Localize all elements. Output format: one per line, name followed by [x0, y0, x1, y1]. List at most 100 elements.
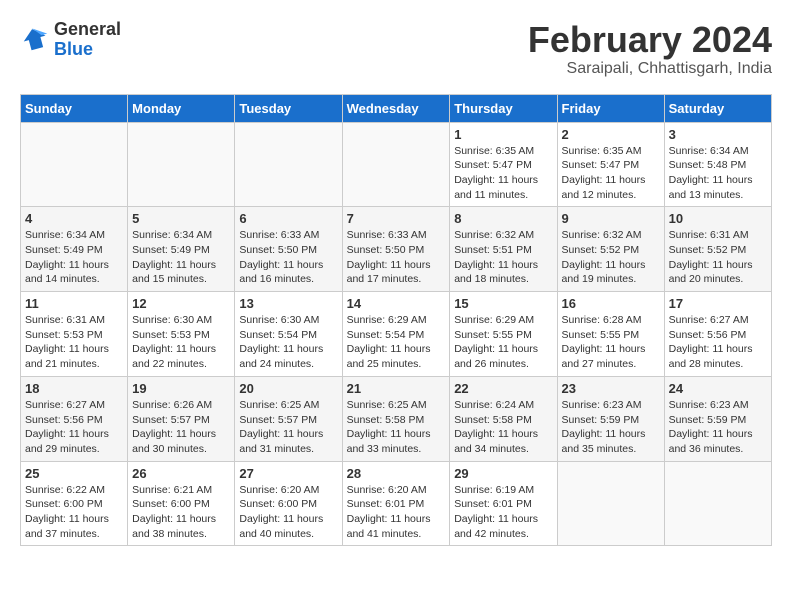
day-info: Sunrise: 6:21 AM Sunset: 6:00 PM Dayligh…	[132, 483, 230, 542]
calendar-cell: 12 Sunrise: 6:30 AM Sunset: 5:53 PM Dayli…	[128, 292, 235, 377]
title-section: February 2024 Saraipali, Chhattisgarh, I…	[528, 20, 772, 78]
month-year-title: February 2024	[528, 20, 772, 60]
day-info: Sunrise: 6:29 AM Sunset: 5:55 PM Dayligh…	[454, 313, 552, 372]
day-number: 13	[239, 296, 337, 311]
day-number: 23	[562, 381, 660, 396]
day-number: 2	[562, 127, 660, 142]
calendar-cell: 25 Sunrise: 6:22 AM Sunset: 6:00 PM Dayli…	[21, 461, 128, 546]
day-number: 22	[454, 381, 552, 396]
calendar-cell: 22 Sunrise: 6:24 AM Sunset: 5:58 PM Dayli…	[450, 376, 557, 461]
day-number: 8	[454, 211, 552, 226]
calendar-cell: 26 Sunrise: 6:21 AM Sunset: 6:00 PM Dayli…	[128, 461, 235, 546]
day-number: 14	[347, 296, 446, 311]
weekday-header-friday: Friday	[557, 94, 664, 122]
calendar-cell: 28 Sunrise: 6:20 AM Sunset: 6:01 PM Dayli…	[342, 461, 450, 546]
day-info: Sunrise: 6:31 AM Sunset: 5:52 PM Dayligh…	[669, 228, 767, 287]
calendar-cell: 11 Sunrise: 6:31 AM Sunset: 5:53 PM Dayli…	[21, 292, 128, 377]
calendar-cell	[557, 461, 664, 546]
day-info: Sunrise: 6:22 AM Sunset: 6:00 PM Dayligh…	[25, 483, 123, 542]
day-info: Sunrise: 6:25 AM Sunset: 5:58 PM Dayligh…	[347, 398, 446, 457]
calendar-cell	[128, 122, 235, 207]
calendar-cell: 9 Sunrise: 6:32 AM Sunset: 5:52 PM Daylig…	[557, 207, 664, 292]
weekday-header-thursday: Thursday	[450, 94, 557, 122]
day-info: Sunrise: 6:30 AM Sunset: 5:53 PM Dayligh…	[132, 313, 230, 372]
calendar-week-row: 4Sunrise: 6:34 AM Sunset: 5:49 PM Daylig…	[21, 207, 772, 292]
page-header: General Blue February 2024 Saraipali, Ch…	[20, 20, 772, 78]
calendar-cell: 23 Sunrise: 6:23 AM Sunset: 5:59 PM Dayli…	[557, 376, 664, 461]
day-info: Sunrise: 6:34 AM Sunset: 5:48 PM Dayligh…	[669, 144, 767, 203]
day-number: 6	[239, 211, 337, 226]
day-info: Sunrise: 6:33 AM Sunset: 5:50 PM Dayligh…	[347, 228, 446, 287]
day-number: 28	[347, 466, 446, 481]
day-info: Sunrise: 6:24 AM Sunset: 5:58 PM Dayligh…	[454, 398, 552, 457]
day-number: 17	[669, 296, 767, 311]
day-number: 9	[562, 211, 660, 226]
day-info: Sunrise: 6:35 AM Sunset: 5:47 PM Dayligh…	[454, 144, 552, 203]
day-number: 11	[25, 296, 123, 311]
location-subtitle: Saraipali, Chhattisgarh, India	[528, 60, 772, 78]
calendar-cell: 24 Sunrise: 6:23 AM Sunset: 5:59 PM Dayli…	[664, 376, 771, 461]
calendar-cell: 4Sunrise: 6:34 AM Sunset: 5:49 PM Daylig…	[21, 207, 128, 292]
day-info: Sunrise: 6:32 AM Sunset: 5:52 PM Dayligh…	[562, 228, 660, 287]
calendar-week-row: 18Sunrise: 6:27 AM Sunset: 5:56 PM Dayli…	[21, 376, 772, 461]
calendar-table: SundayMondayTuesdayWednesdayThursdayFrid…	[20, 94, 772, 547]
calendar-cell: 15Sunrise: 6:29 AM Sunset: 5:55 PM Dayli…	[450, 292, 557, 377]
day-number: 29	[454, 466, 552, 481]
day-info: Sunrise: 6:20 AM Sunset: 6:01 PM Dayligh…	[347, 483, 446, 542]
day-number: 21	[347, 381, 446, 396]
day-number: 25	[25, 466, 123, 481]
day-info: Sunrise: 6:23 AM Sunset: 5:59 PM Dayligh…	[562, 398, 660, 457]
calendar-cell: 19 Sunrise: 6:26 AM Sunset: 5:57 PM Dayli…	[128, 376, 235, 461]
day-number: 5	[132, 211, 230, 226]
calendar-cell: 29 Sunrise: 6:19 AM Sunset: 6:01 PM Dayli…	[450, 461, 557, 546]
calendar-cell: 6 Sunrise: 6:33 AM Sunset: 5:50 PM Daylig…	[235, 207, 342, 292]
day-info: Sunrise: 6:28 AM Sunset: 5:55 PM Dayligh…	[562, 313, 660, 372]
weekday-header-saturday: Saturday	[664, 94, 771, 122]
day-number: 27	[239, 466, 337, 481]
calendar-cell: 1 Sunrise: 6:35 AM Sunset: 5:47 PM Daylig…	[450, 122, 557, 207]
logo: General Blue	[20, 20, 121, 60]
logo-text: General Blue	[54, 20, 121, 60]
calendar-cell: 17 Sunrise: 6:27 AM Sunset: 5:56 PM Dayli…	[664, 292, 771, 377]
day-number: 16	[562, 296, 660, 311]
calendar-week-row: 1 Sunrise: 6:35 AM Sunset: 5:47 PM Daylig…	[21, 122, 772, 207]
day-info: Sunrise: 6:31 AM Sunset: 5:53 PM Dayligh…	[25, 313, 123, 372]
calendar-cell: 5Sunrise: 6:34 AM Sunset: 5:49 PM Daylig…	[128, 207, 235, 292]
calendar-cell: 10 Sunrise: 6:31 AM Sunset: 5:52 PM Dayli…	[664, 207, 771, 292]
day-info: Sunrise: 6:25 AM Sunset: 5:57 PM Dayligh…	[239, 398, 337, 457]
calendar-week-row: 11 Sunrise: 6:31 AM Sunset: 5:53 PM Dayli…	[21, 292, 772, 377]
day-number: 19	[132, 381, 230, 396]
day-number: 1	[454, 127, 552, 142]
calendar-cell: 27Sunrise: 6:20 AM Sunset: 6:00 PM Dayli…	[235, 461, 342, 546]
calendar-cell: 13 Sunrise: 6:30 AM Sunset: 5:54 PM Dayli…	[235, 292, 342, 377]
day-number: 24	[669, 381, 767, 396]
weekday-header-wednesday: Wednesday	[342, 94, 450, 122]
day-number: 10	[669, 211, 767, 226]
calendar-cell	[342, 122, 450, 207]
day-info: Sunrise: 6:23 AM Sunset: 5:59 PM Dayligh…	[669, 398, 767, 457]
calendar-cell: 8Sunrise: 6:32 AM Sunset: 5:51 PM Daylig…	[450, 207, 557, 292]
day-number: 12	[132, 296, 230, 311]
day-info: Sunrise: 6:27 AM Sunset: 5:56 PM Dayligh…	[669, 313, 767, 372]
day-info: Sunrise: 6:29 AM Sunset: 5:54 PM Dayligh…	[347, 313, 446, 372]
day-info: Sunrise: 6:26 AM Sunset: 5:57 PM Dayligh…	[132, 398, 230, 457]
calendar-cell: 18Sunrise: 6:27 AM Sunset: 5:56 PM Dayli…	[21, 376, 128, 461]
day-number: 3	[669, 127, 767, 142]
calendar-cell: 3 Sunrise: 6:34 AM Sunset: 5:48 PM Daylig…	[664, 122, 771, 207]
day-info: Sunrise: 6:33 AM Sunset: 5:50 PM Dayligh…	[239, 228, 337, 287]
logo-icon	[20, 25, 50, 55]
day-number: 20	[239, 381, 337, 396]
day-number: 7	[347, 211, 446, 226]
calendar-header-row: SundayMondayTuesdayWednesdayThursdayFrid…	[21, 94, 772, 122]
weekday-header-tuesday: Tuesday	[235, 94, 342, 122]
calendar-cell: 21 Sunrise: 6:25 AM Sunset: 5:58 PM Dayli…	[342, 376, 450, 461]
day-number: 26	[132, 466, 230, 481]
weekday-header-monday: Monday	[128, 94, 235, 122]
weekday-header-sunday: Sunday	[21, 94, 128, 122]
day-info: Sunrise: 6:19 AM Sunset: 6:01 PM Dayligh…	[454, 483, 552, 542]
day-info: Sunrise: 6:30 AM Sunset: 5:54 PM Dayligh…	[239, 313, 337, 372]
day-info: Sunrise: 6:35 AM Sunset: 5:47 PM Dayligh…	[562, 144, 660, 203]
day-number: 4	[25, 211, 123, 226]
calendar-cell	[664, 461, 771, 546]
day-info: Sunrise: 6:27 AM Sunset: 5:56 PM Dayligh…	[25, 398, 123, 457]
